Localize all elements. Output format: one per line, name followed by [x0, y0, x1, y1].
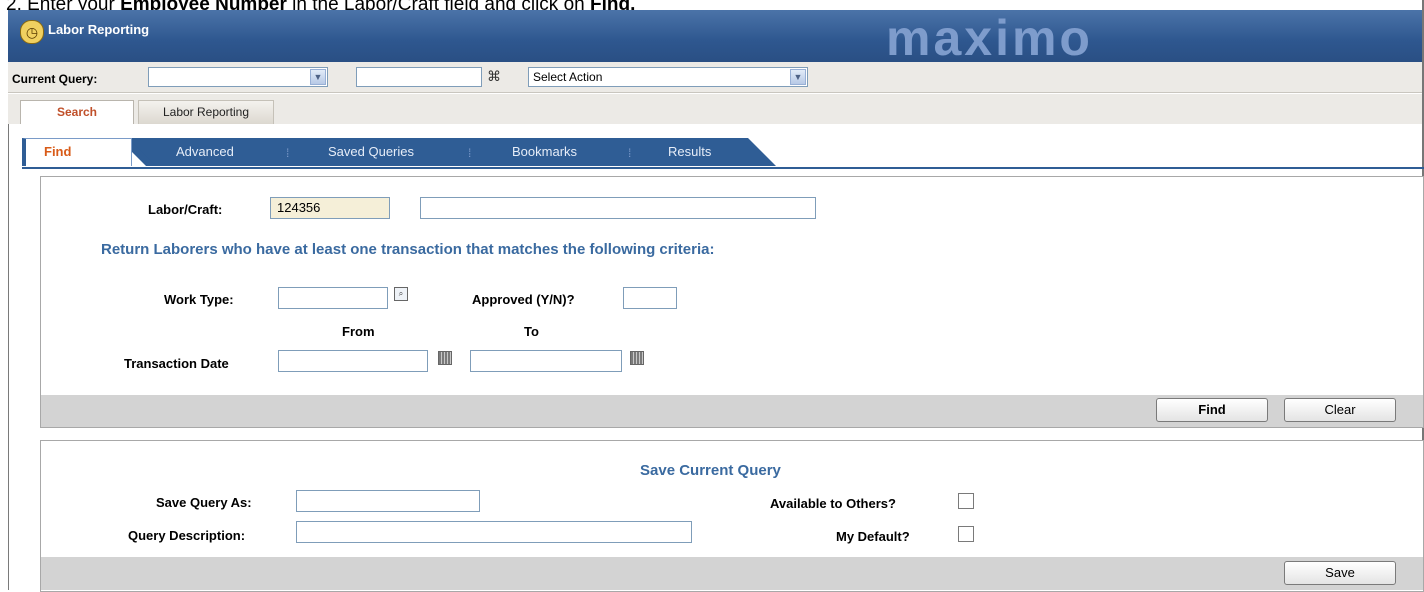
current-query-label: Current Query: [12, 72, 98, 86]
my-default-label: My Default? [836, 529, 910, 544]
magnifier-lookup-icon[interactable]: ⌕ [394, 287, 408, 301]
query-description-label: Query Description: [128, 528, 246, 543]
my-default-checkbox[interactable] [958, 526, 974, 542]
query-bar: Current Query: ▼ ⌘ Select Action ▼ [8, 62, 1424, 93]
labor-craft-input[interactable]: 124356 [270, 197, 390, 219]
subtab-find[interactable]: Find [22, 138, 132, 166]
clear-button[interactable]: Clear [1284, 398, 1396, 422]
select-action-dropdown[interactable]: Select Action ▼ [528, 67, 808, 87]
save-query-heading: Save Current Query [640, 462, 781, 479]
quick-search-input[interactable] [356, 67, 482, 87]
save-query-as-label: Save Query As: [156, 495, 252, 510]
save-query-as-input[interactable] [296, 490, 480, 512]
app-title: Labor Reporting [48, 22, 150, 37]
available-to-others-label: Available to Others? [770, 496, 896, 511]
chevron-down-icon[interactable]: ▼ [790, 69, 806, 85]
maximo-logo: maximo [886, 10, 1093, 66]
subtab-advanced[interactable]: Advanced [176, 144, 234, 159]
subtab-results[interactable]: Results [668, 144, 711, 159]
clock-document-icon: ◷ [20, 20, 44, 44]
work-type-input[interactable] [278, 287, 388, 309]
binoculars-icon[interactable]: ⌘ [487, 68, 501, 85]
transaction-date-to-input[interactable] [470, 350, 622, 372]
tab-separator: ⁞ [628, 146, 632, 160]
current-query-select[interactable]: ▼ [148, 67, 328, 87]
app-title-bar: ◷ Labor Reporting maximo [8, 10, 1424, 63]
save-button[interactable]: Save [1284, 561, 1396, 585]
subtab-saved-queries[interactable]: Saved Queries [328, 144, 414, 159]
tab-separator: ⁞ [286, 146, 290, 160]
calendar-icon[interactable] [438, 351, 452, 365]
subtab-bookmarks[interactable]: Bookmarks [512, 144, 577, 159]
tab-separator: ⁞ [468, 146, 472, 160]
transaction-date-from-input[interactable] [278, 350, 428, 372]
save-button-bar [41, 557, 1423, 590]
app-tab-bar: Search Labor Reporting [8, 94, 1424, 125]
calendar-icon[interactable] [630, 351, 644, 365]
to-label: To [524, 324, 539, 339]
chevron-down-icon[interactable]: ▼ [310, 69, 326, 85]
labor-craft-label: Labor/Craft: [148, 202, 223, 217]
available-to-others-checkbox[interactable] [958, 493, 974, 509]
transaction-date-label: Transaction Date [124, 356, 229, 371]
tab-labor-reporting[interactable]: Labor Reporting [138, 100, 274, 124]
approved-label: Approved (Y/N)? [472, 292, 575, 307]
labor-craft-description-field[interactable] [420, 197, 816, 219]
tab-search[interactable]: Search [20, 100, 134, 124]
from-label: From [342, 324, 375, 339]
find-button[interactable]: Find [1156, 398, 1268, 422]
query-description-input[interactable] [296, 521, 692, 543]
work-type-label: Work Type: [164, 292, 234, 307]
criteria-heading: Return Laborers who have at least one tr… [101, 241, 715, 258]
approved-input[interactable] [623, 287, 677, 309]
